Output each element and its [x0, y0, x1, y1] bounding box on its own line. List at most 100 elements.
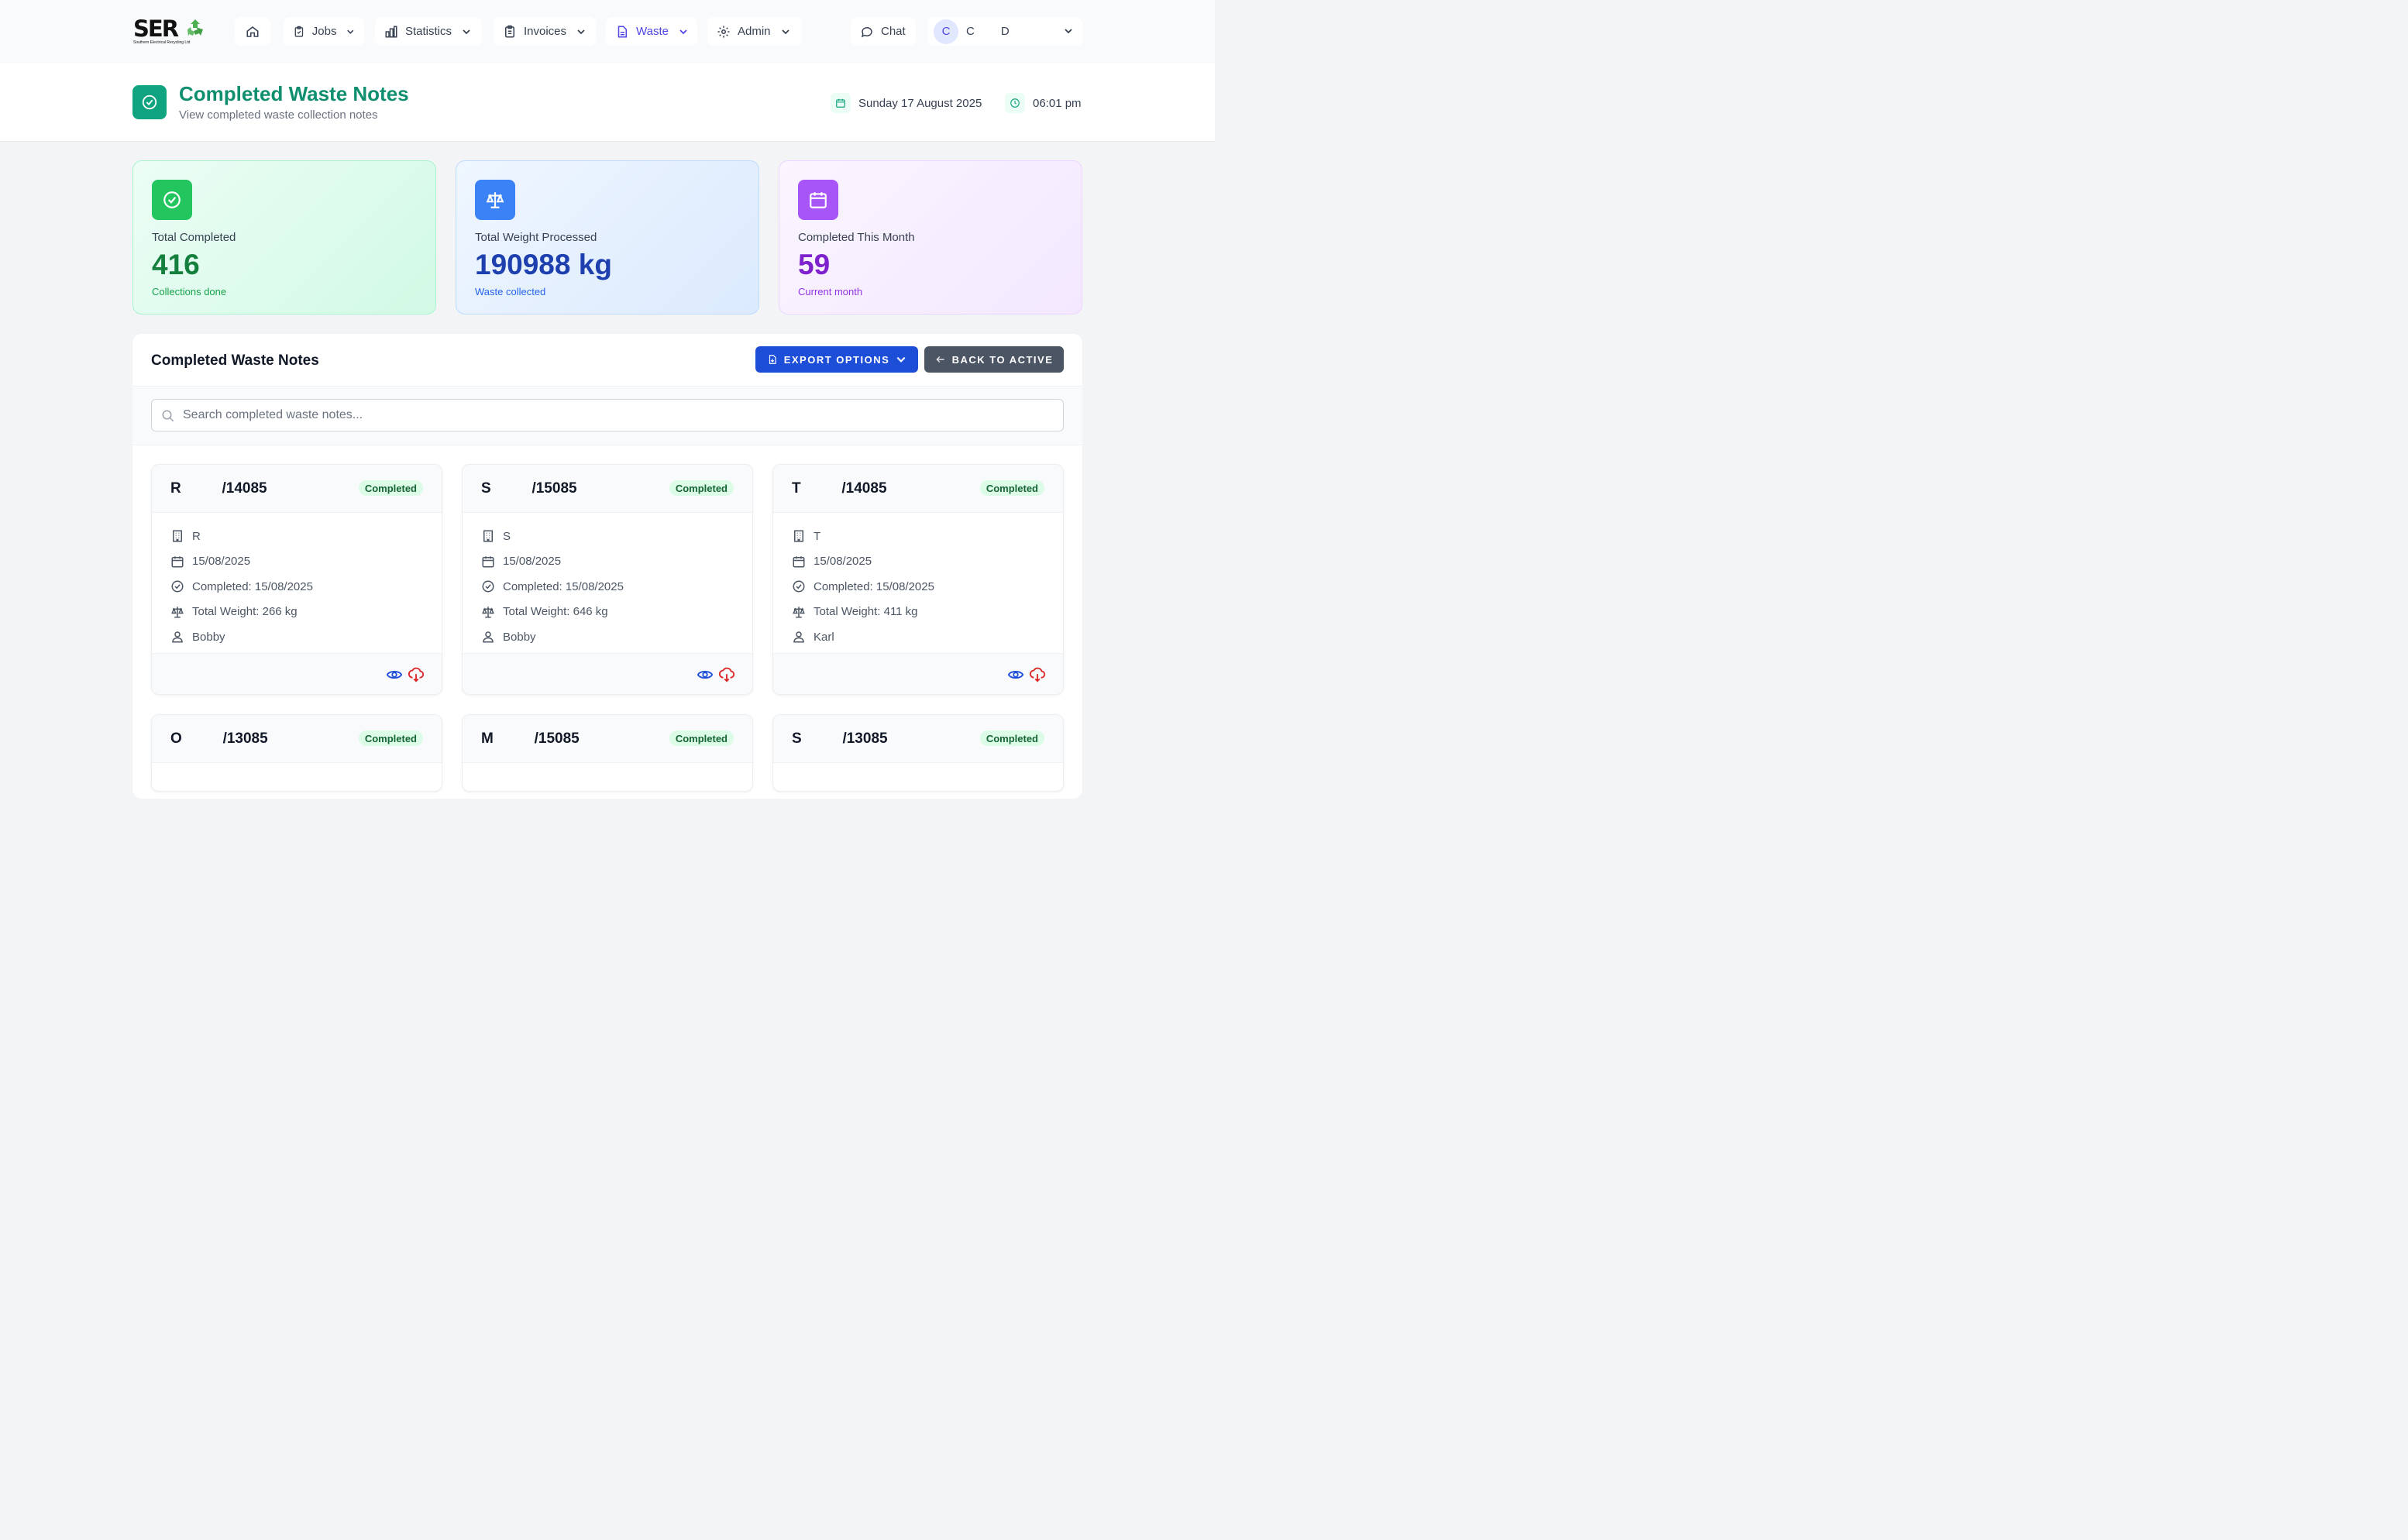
nav-statistics-label: Statistics	[405, 25, 452, 38]
search-box[interactable]	[151, 399, 1064, 431]
waste-note-card[interactable]: M /15085 Completed	[462, 714, 753, 792]
card-header: S /13085 Completed	[773, 715, 1063, 763]
card-driver: Bobby	[170, 624, 313, 650]
eye-icon[interactable]	[1007, 666, 1024, 683]
user-menu[interactable]: C C D	[927, 17, 1082, 46]
scale-icon	[793, 607, 805, 618]
company-logo[interactable]: SER Southern Electrical Recycling Ltd	[133, 15, 206, 46]
back-to-active-button[interactable]: BACK TO ACTIVE	[924, 346, 1064, 373]
avatar: C	[934, 19, 958, 44]
eye-icon[interactable]	[386, 666, 403, 683]
search-input[interactable]	[183, 400, 1051, 431]
total-weight: Total Weight: 411 kg	[814, 605, 918, 619]
status-badge: Completed	[358, 730, 423, 746]
logo-text: SER	[133, 15, 179, 42]
card-title: S /15085	[481, 480, 577, 497]
chevron-down-icon	[679, 29, 687, 34]
company-name: R	[192, 529, 201, 543]
nav-chat[interactable]: Chat	[851, 17, 916, 46]
recycle-icon	[187, 19, 203, 36]
driver-name: Bobby	[192, 630, 225, 644]
waste-note-card[interactable]: S /13085 Completed	[772, 714, 1064, 792]
current-date: Sunday 17 August 2025	[831, 93, 982, 113]
card-actions	[463, 653, 752, 694]
driver-name: Bobby	[503, 630, 536, 644]
nav-admin[interactable]: Admin	[707, 17, 802, 46]
check-circle-icon	[152, 180, 192, 220]
stat-caption: Collections done	[152, 286, 227, 297]
stat-value: 59	[798, 249, 831, 280]
scale-icon	[482, 607, 494, 618]
nav-waste-label: Waste	[636, 25, 669, 38]
stat-label: Total Completed	[152, 231, 236, 244]
chevron-down-icon	[896, 356, 906, 363]
stat-caption: Current month	[798, 286, 863, 297]
nav-home[interactable]	[235, 17, 270, 46]
panel-title: Completed Waste Notes	[151, 352, 319, 369]
building-icon	[483, 530, 493, 542]
nav-chat-label: Chat	[881, 25, 906, 38]
building-icon	[794, 530, 803, 542]
check-circle-icon	[793, 580, 805, 593]
user-last-name: D	[1000, 25, 1010, 38]
cloud-download-icon[interactable]	[718, 666, 735, 683]
nav-admin-label: Admin	[738, 25, 771, 38]
check-circle-icon	[132, 85, 167, 119]
date-text: Sunday 17 August 2025	[858, 96, 982, 110]
page-subtitle: View completed waste collection notes	[179, 108, 378, 122]
stat-label: Total Weight Processed	[475, 231, 597, 244]
waste-note-card[interactable]: T /14085 Completed T 15/08/2025 Complete…	[772, 464, 1064, 695]
arrow-left-icon	[936, 356, 944, 363]
clipboard-check-icon	[294, 26, 304, 37]
chevron-down-icon	[1065, 29, 1072, 34]
status-badge: Completed	[669, 730, 734, 746]
stat-value: 416	[152, 249, 200, 280]
company-name: T	[814, 529, 821, 543]
user-first-name: C	[966, 25, 975, 38]
home-icon	[246, 26, 259, 37]
waste-note-card[interactable]: R /14085 Completed R 15/08/2025 Complete…	[151, 464, 442, 695]
card-company: T	[792, 524, 934, 549]
card-weight: Total Weight: 646 kg	[481, 600, 624, 625]
gear-icon	[717, 26, 730, 37]
nav-waste[interactable]: Waste	[606, 17, 697, 46]
building-icon	[173, 530, 182, 542]
check-circle-icon	[482, 580, 494, 593]
company-name: S	[503, 529, 511, 543]
check-circle-icon	[171, 580, 184, 593]
card-header: R /14085 Completed	[152, 465, 442, 513]
calendar-icon	[793, 556, 805, 568]
calendar-icon	[831, 93, 851, 113]
chat-bubble-icon	[861, 26, 872, 37]
collection-date: 15/08/2025	[814, 555, 872, 569]
status-badge: Completed	[358, 480, 423, 496]
completed-date: Completed: 15/08/2025	[503, 579, 624, 593]
eye-icon[interactable]	[697, 666, 714, 683]
chevron-down-icon	[347, 29, 354, 34]
card-date: 15/08/2025	[481, 549, 624, 575]
page-title: Completed Waste Notes	[179, 82, 409, 105]
cloud-download-icon[interactable]	[1029, 666, 1046, 683]
nav-jobs[interactable]: Jobs	[284, 17, 364, 46]
card-company: R	[170, 524, 313, 549]
user-icon	[793, 631, 804, 643]
nav-jobs-label: Jobs	[311, 25, 337, 38]
nav-invoices-label: Invoices	[524, 25, 567, 38]
card-header: T /14085 Completed	[773, 465, 1063, 513]
bar-chart-icon	[385, 26, 397, 37]
card-driver: Karl	[792, 624, 934, 650]
nav-invoices[interactable]: Invoices	[494, 17, 596, 46]
search-icon	[162, 410, 174, 422]
card-weight: Total Weight: 411 kg	[792, 600, 934, 625]
logo-subtitle: Southern Electrical Recycling Ltd	[133, 40, 191, 45]
card-actions	[773, 653, 1063, 694]
waste-note-card[interactable]: S /15085 Completed S 15/08/2025 Complete…	[462, 464, 753, 695]
card-details: S 15/08/2025 Completed: 15/08/2025 Total…	[481, 524, 624, 650]
waste-note-card[interactable]: O /13085 Completed	[151, 714, 442, 792]
cloud-download-icon[interactable]	[408, 666, 425, 683]
nav-statistics[interactable]: Statistics	[375, 17, 482, 46]
current-time: 06:01 pm	[1005, 93, 1082, 113]
status-badge: Completed	[669, 480, 734, 496]
card-header: M /15085 Completed	[463, 715, 752, 763]
export-options-button[interactable]: EXPORT OPTIONS	[755, 346, 918, 373]
